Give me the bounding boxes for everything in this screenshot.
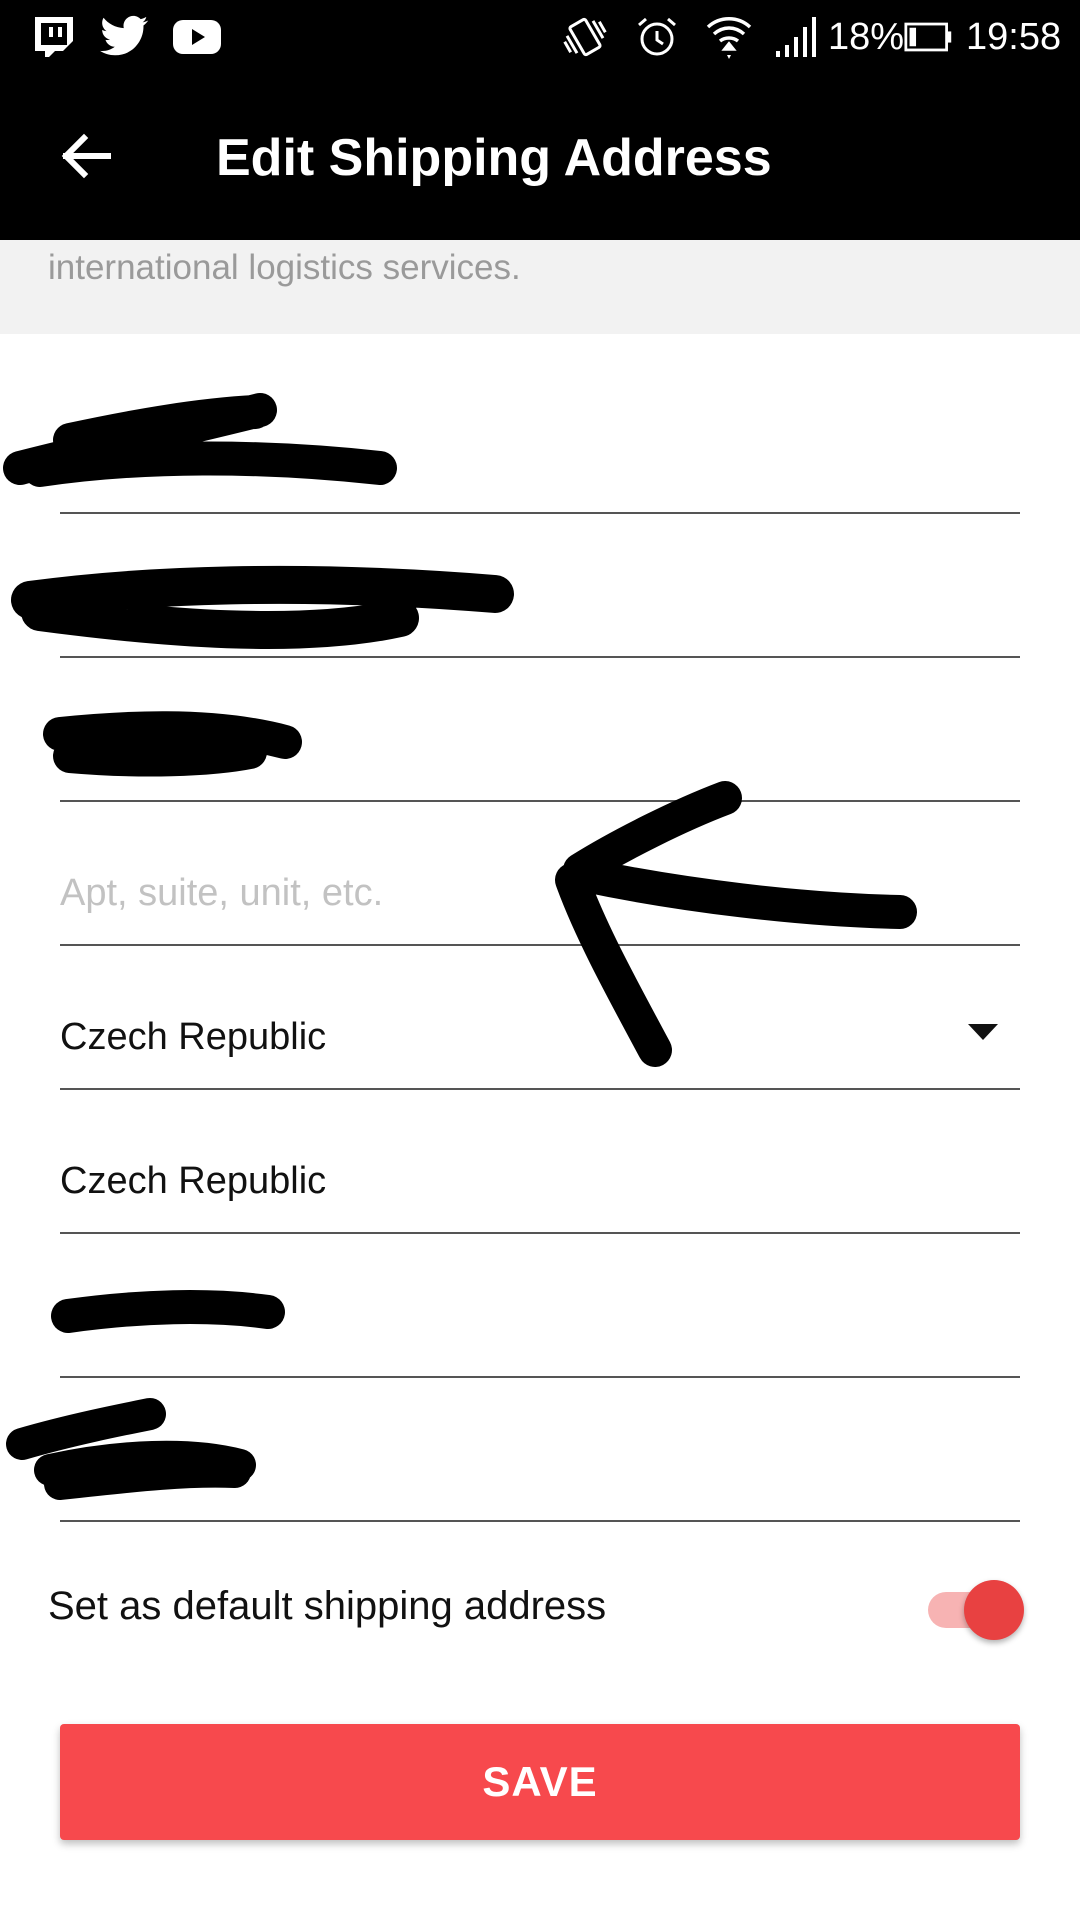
- field-value: Czech Republic: [60, 1016, 327, 1058]
- country-dropdown[interactable]: Czech Republic: [60, 946, 1020, 1090]
- default-address-label: Set as default shipping address: [48, 1584, 607, 1628]
- battery-percent: 18%: [828, 16, 905, 58]
- twitter-icon: [100, 12, 150, 62]
- twitch-icon: [28, 12, 78, 62]
- info-banner: international logistics services.: [0, 240, 1080, 334]
- phone-field[interactable]: [60, 1378, 1020, 1522]
- dropdown-arrow-icon: [968, 1024, 998, 1040]
- field-underline: [60, 1520, 1020, 1522]
- zip-field[interactable]: [60, 1234, 1020, 1378]
- clock: 19:58: [966, 16, 1062, 58]
- name-field[interactable]: [60, 370, 1020, 514]
- arrow-left-icon: [60, 132, 112, 185]
- street-address-field[interactable]: [60, 514, 1020, 658]
- save-button[interactable]: SAVE: [60, 1724, 1020, 1840]
- app-bar: Edit Shipping Address: [0, 74, 1080, 240]
- address-line-field[interactable]: [60, 658, 1020, 802]
- signal-icon: [772, 12, 822, 62]
- info-text: international logistics services.: [48, 248, 521, 287]
- screen: 18% 19:58 Edit Shipping Address internat…: [0, 0, 1080, 1920]
- back-button[interactable]: [44, 116, 128, 200]
- wifi-icon: [704, 12, 754, 62]
- field-value: Czech Republic: [60, 1160, 327, 1202]
- vibrate-icon: [560, 12, 610, 62]
- youtube-icon: [172, 12, 222, 62]
- battery-icon: [904, 12, 954, 62]
- default-address-row: Set as default shipping address: [0, 1560, 1080, 1650]
- field-placeholder: Apt, suite, unit, etc.: [60, 872, 384, 914]
- default-address-toggle[interactable]: [924, 1578, 1024, 1640]
- region-field[interactable]: Czech Republic: [60, 1090, 1020, 1234]
- status-bar: 18% 19:58: [0, 0, 1080, 74]
- alarm-icon: [632, 12, 682, 62]
- page-title: Edit Shipping Address: [216, 129, 772, 187]
- toggle-thumb: [964, 1580, 1024, 1640]
- apt-suite-field[interactable]: Apt, suite, unit, etc.: [60, 802, 1020, 946]
